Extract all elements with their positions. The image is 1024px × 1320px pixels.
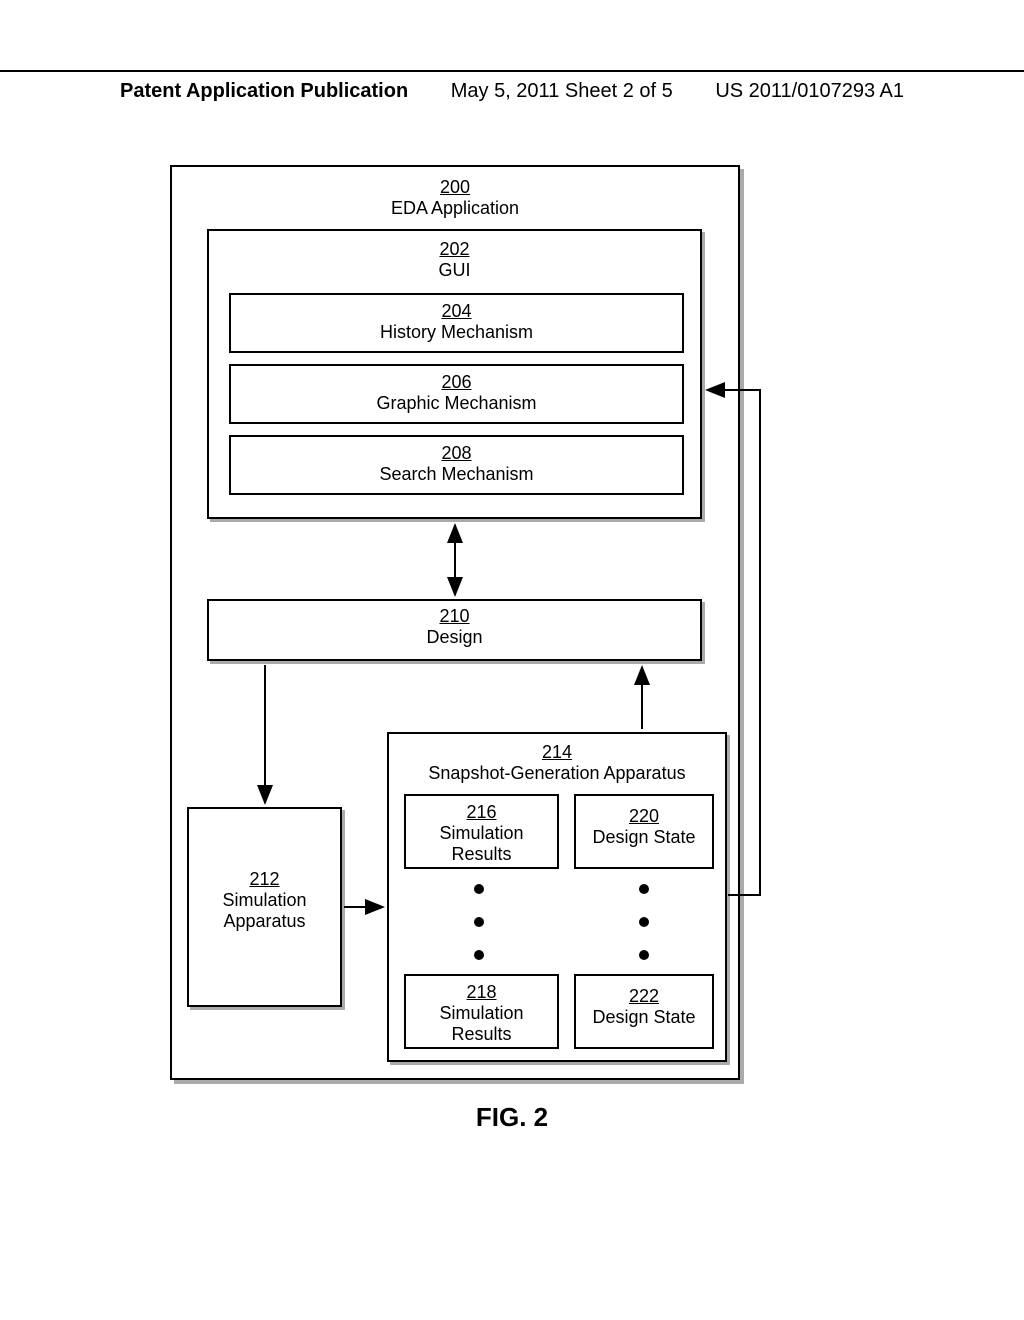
- gui-label: 202 GUI: [209, 239, 700, 281]
- design-state-222-box: 222 Design State: [574, 974, 714, 1049]
- header-left: Patent Application Publication: [120, 80, 408, 103]
- search-mechanism-box: 208 Search Mechanism: [229, 435, 684, 495]
- page-header: Patent Application Publication May 5, 20…: [0, 70, 1024, 103]
- snapshot-label: 214 Snapshot-Generation Apparatus: [389, 742, 725, 784]
- eda-label: 200 EDA Application: [172, 177, 738, 219]
- header-center: May 5, 2011 Sheet 2 of 5: [451, 80, 673, 103]
- gui-box: 202 GUI 204 History Mechanism 206 Graphi…: [207, 229, 702, 519]
- design-box: 210 Design: [207, 599, 702, 661]
- snapshot-apparatus-box: 214 Snapshot-Generation Apparatus 216 Si…: [387, 732, 727, 1062]
- dot-icon: [474, 917, 484, 927]
- sim-results-218-box: 218 SimulationResults: [404, 974, 559, 1049]
- dot-icon: [639, 884, 649, 894]
- dot-icon: [639, 950, 649, 960]
- dot-icon: [474, 950, 484, 960]
- design-state-220-box: 220 Design State: [574, 794, 714, 869]
- simulation-apparatus-box: 212 SimulationApparatus: [187, 807, 342, 1007]
- header-right: US 2011/0107293 A1: [715, 80, 904, 103]
- graphic-mechanism-box: 206 Graphic Mechanism: [229, 364, 684, 424]
- dot-icon: [639, 917, 649, 927]
- sim-results-216-box: 216 SimulationResults: [404, 794, 559, 869]
- dot-icon: [474, 884, 484, 894]
- eda-application-box: 200 EDA Application 202 GUI 204 History …: [170, 165, 740, 1080]
- sim-results-216-label: SimulationResults: [406, 823, 557, 865]
- simulation-label: SimulationApparatus: [189, 890, 340, 932]
- figure-caption: FIG. 2: [0, 1102, 1024, 1133]
- sim-results-218-label: SimulationResults: [406, 1003, 557, 1045]
- history-mechanism-box: 204 History Mechanism: [229, 293, 684, 353]
